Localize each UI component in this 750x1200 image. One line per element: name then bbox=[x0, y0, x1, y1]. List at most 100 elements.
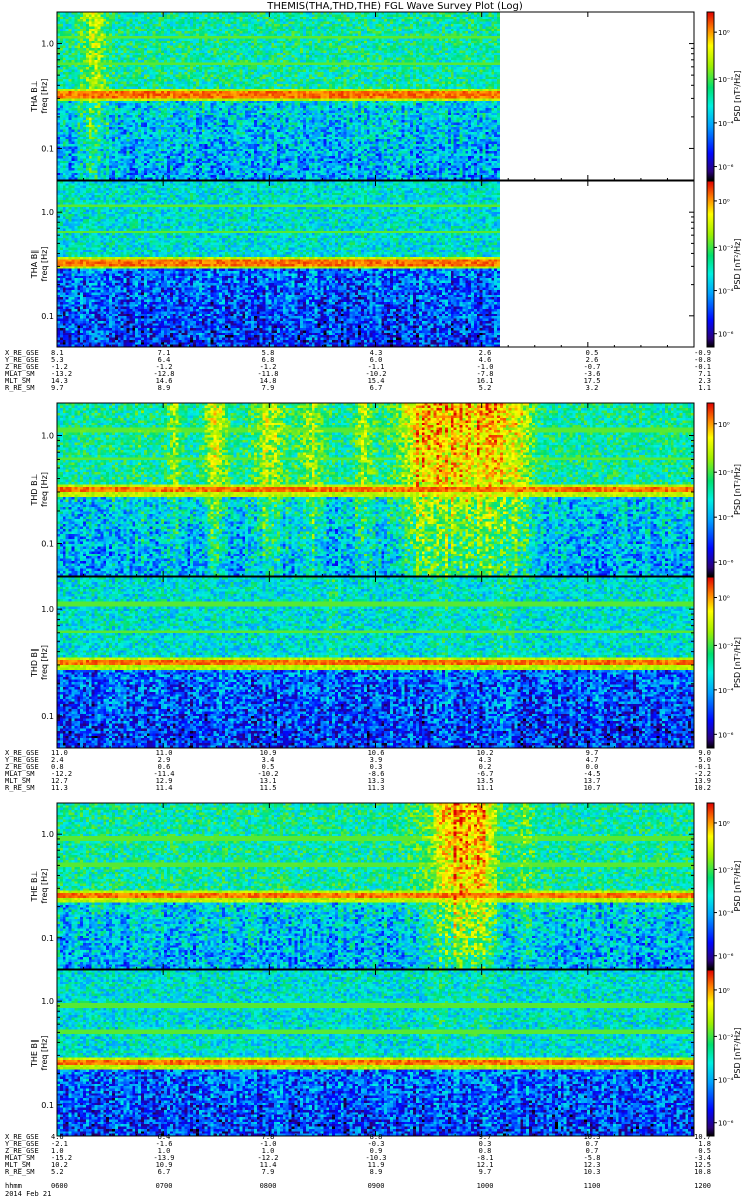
time-tick-label: 1100 bbox=[584, 1182, 601, 1190]
orbit-value: 9.7 bbox=[479, 1168, 492, 1176]
spectrogram-panels: 1.00.1THA B⊥ freq [Hz]10⁰10⁻²10⁻⁴10⁻⁶PSD … bbox=[30, 11, 742, 1137]
y-tick-label: 0.1 bbox=[41, 1101, 54, 1110]
orbit-value: 7.9 bbox=[262, 1168, 275, 1176]
y-tick-label: 1.0 bbox=[41, 997, 54, 1006]
figure-title: THEMIS(THA,THD,THE) FGL Wave Survey Plot… bbox=[266, 1, 523, 12]
colorbar bbox=[706, 802, 715, 970]
colorbar-label: PSD [nT²/Hz] bbox=[733, 464, 742, 515]
colorbar-tick-label: 10⁰ bbox=[718, 820, 730, 828]
orbit-value: 3.2 bbox=[586, 384, 599, 392]
colorbar-tick-label: 10⁻⁴ bbox=[718, 514, 734, 522]
orbit-value: 6.7 bbox=[370, 384, 383, 392]
colorbar-tick-label: 10⁰ bbox=[718, 421, 730, 429]
colorbar-tick-label: 10⁻⁴ bbox=[718, 120, 734, 128]
panel-label: THE B∥ bbox=[30, 1039, 39, 1068]
orbit-value: 5.2 bbox=[51, 1168, 64, 1176]
spectrogram-heatmap bbox=[57, 577, 694, 748]
colorbar-tick-label: 10⁻² bbox=[718, 244, 734, 252]
colorbar-tick-label: 10⁻² bbox=[718, 642, 734, 650]
spectrogram-heatmap bbox=[57, 181, 694, 347]
orbit-row-label: R_RE_SM bbox=[5, 1168, 35, 1176]
y-tick-label: 1.0 bbox=[41, 605, 54, 614]
orbit-value: 9.7 bbox=[51, 384, 64, 392]
orbit-value: 10.3 bbox=[584, 1168, 601, 1176]
orbit-table-the: X_RE_GSE 4.6 6.4 7.8 8.8 9.7 10.3 10.7Y_RE_GSE -… bbox=[5, 1133, 711, 1176]
orbit-value: 11.5 bbox=[260, 784, 277, 792]
panel-label: THD B∥ bbox=[30, 648, 39, 678]
orbit-value: 6.7 bbox=[158, 1168, 171, 1176]
colorbar-tick-label: 10⁻² bbox=[718, 76, 734, 84]
y-tick-label: 0.1 bbox=[41, 144, 54, 153]
colorbar-tick-label: 10⁻² bbox=[718, 469, 734, 477]
colorbar bbox=[706, 969, 715, 1137]
time-tick-label: 0700 bbox=[156, 1182, 173, 1190]
y-tick-label: 1.0 bbox=[41, 432, 54, 441]
orbit-value: 1.1 bbox=[698, 384, 711, 392]
spectrogram-panel-the-bpar: 1.0 0.1 THE B∥ freq [Hz] 10⁰ 10⁻² 10⁻⁴ 10⁻⁶ PSD … bbox=[30, 969, 742, 1137]
spectrogram-heatmap bbox=[57, 12, 694, 180]
orbit-value: 10.2 bbox=[694, 784, 711, 792]
orbit-value: 11.3 bbox=[51, 784, 68, 792]
colorbar-tick-label: 10⁻⁴ bbox=[718, 1077, 734, 1085]
orbit-table-tha: X_RE_GSE 8.1 7.1 5.8 4.3 2.6 0.5 -0.9Y_RE_GSE 5.… bbox=[5, 349, 711, 392]
orbit-value: 11.4 bbox=[156, 784, 173, 792]
y-tick-label: 0.1 bbox=[41, 712, 54, 721]
colorbar-label: PSD [nT²/Hz] bbox=[733, 861, 742, 912]
y-tick-label: 0.1 bbox=[41, 934, 54, 943]
colorbar bbox=[706, 576, 715, 749]
y-tick-label: 0.1 bbox=[41, 312, 54, 321]
colorbar-label: PSD [nT²/Hz] bbox=[733, 1028, 742, 1079]
orbit-row-label: R_RE_SM bbox=[5, 784, 35, 792]
colorbar-tick-label: 10⁻⁶ bbox=[718, 953, 734, 961]
colorbar-tick-label: 10⁻⁶ bbox=[718, 164, 734, 172]
freq-axis-label: freq [Hz] bbox=[40, 79, 49, 114]
freq-axis-label: freq [Hz] bbox=[40, 1036, 49, 1071]
colorbar-tick-label: 10⁰ bbox=[718, 595, 730, 603]
y-tick-label: 1.0 bbox=[41, 40, 54, 49]
spectrogram-panel-tha-bpar: 1.0 0.1 THA B∥ freq [Hz] 10⁰ 10⁻² 10⁻⁴ 10⁻⁶ PSD … bbox=[30, 180, 742, 348]
time-row-label: hhmm bbox=[5, 1182, 22, 1190]
colorbar-tick-label: 10⁻⁴ bbox=[718, 910, 734, 918]
freq-axis-label: freq [Hz] bbox=[40, 472, 49, 507]
colorbar bbox=[706, 180, 715, 348]
orbit-value: 7.9 bbox=[262, 384, 275, 392]
colorbar-label: PSD [nT²/Hz] bbox=[733, 239, 742, 290]
orbit-value: 8.9 bbox=[370, 1168, 383, 1176]
time-tick-label: 0800 bbox=[260, 1182, 277, 1190]
y-tick-label: 1.0 bbox=[41, 830, 54, 839]
date-label: 2014 Feb 21 bbox=[5, 1190, 51, 1198]
panel-label: THA B⊥ bbox=[30, 80, 39, 112]
orbit-value: 11.1 bbox=[477, 784, 494, 792]
time-tick-label: 1200 bbox=[694, 1182, 711, 1190]
freq-axis-label: freq [Hz] bbox=[40, 645, 49, 680]
y-tick-label: 0.1 bbox=[41, 539, 54, 548]
colorbar-tick-label: 10⁰ bbox=[718, 29, 730, 37]
spectrogram-heatmap bbox=[57, 803, 694, 969]
colorbar-tick-label: 10⁻² bbox=[718, 1033, 734, 1041]
orbit-row-label: R_RE_SM bbox=[5, 384, 35, 392]
orbit-value: 10.8 bbox=[694, 1168, 711, 1176]
colorbar-tick-label: 10⁻⁴ bbox=[718, 288, 734, 296]
time-tick-label: 0900 bbox=[368, 1182, 385, 1190]
panel-label: THD B⊥ bbox=[30, 473, 39, 506]
time-tick-label: 1000 bbox=[477, 1182, 494, 1190]
orbit-value: 5.2 bbox=[479, 384, 492, 392]
panel-label: THE B⊥ bbox=[30, 870, 39, 902]
colorbar-tick-label: 10⁻⁶ bbox=[718, 331, 734, 339]
freq-axis-label: freq [Hz] bbox=[40, 247, 49, 282]
spectrogram-panel-tha-bperp: 1.0 0.1 THA B⊥ freq [Hz] 10⁰ 10⁻² 10⁻⁴ 10⁻⁶ PSD … bbox=[30, 11, 742, 181]
orbit-value: 10.7 bbox=[584, 784, 601, 792]
orbit-value: 8.9 bbox=[158, 384, 171, 392]
spectrogram-heatmap bbox=[57, 970, 694, 1136]
panel-label: THA B∥ bbox=[30, 250, 39, 279]
colorbar-tick-label: 10⁰ bbox=[718, 987, 730, 995]
spectrogram-panel-thd-bperp: 1.0 0.1 THD B⊥ freq [Hz] 10⁰ 10⁻² 10⁻⁴ 10⁻⁶ PSD … bbox=[30, 402, 742, 577]
spectrogram-panel-the-bperp: 1.0 0.1 THE B⊥ freq [Hz] 10⁰ 10⁻² 10⁻⁴ 10⁻⁶ PSD … bbox=[30, 802, 742, 970]
spectrogram-heatmap bbox=[57, 403, 694, 576]
spectrogram-panel-thd-bpar: 1.0 0.1 THD B∥ freq [Hz] 10⁰ 10⁻² 10⁻⁴ 10⁻⁶ PSD … bbox=[30, 576, 742, 749]
colorbar-tick-label: 10⁻² bbox=[718, 866, 734, 874]
freq-axis-label: freq [Hz] bbox=[40, 869, 49, 904]
y-tick-label: 1.0 bbox=[41, 208, 54, 217]
colorbar-label: PSD [nT²/Hz] bbox=[733, 71, 742, 122]
time-tick-label: 0600 bbox=[51, 1182, 68, 1190]
